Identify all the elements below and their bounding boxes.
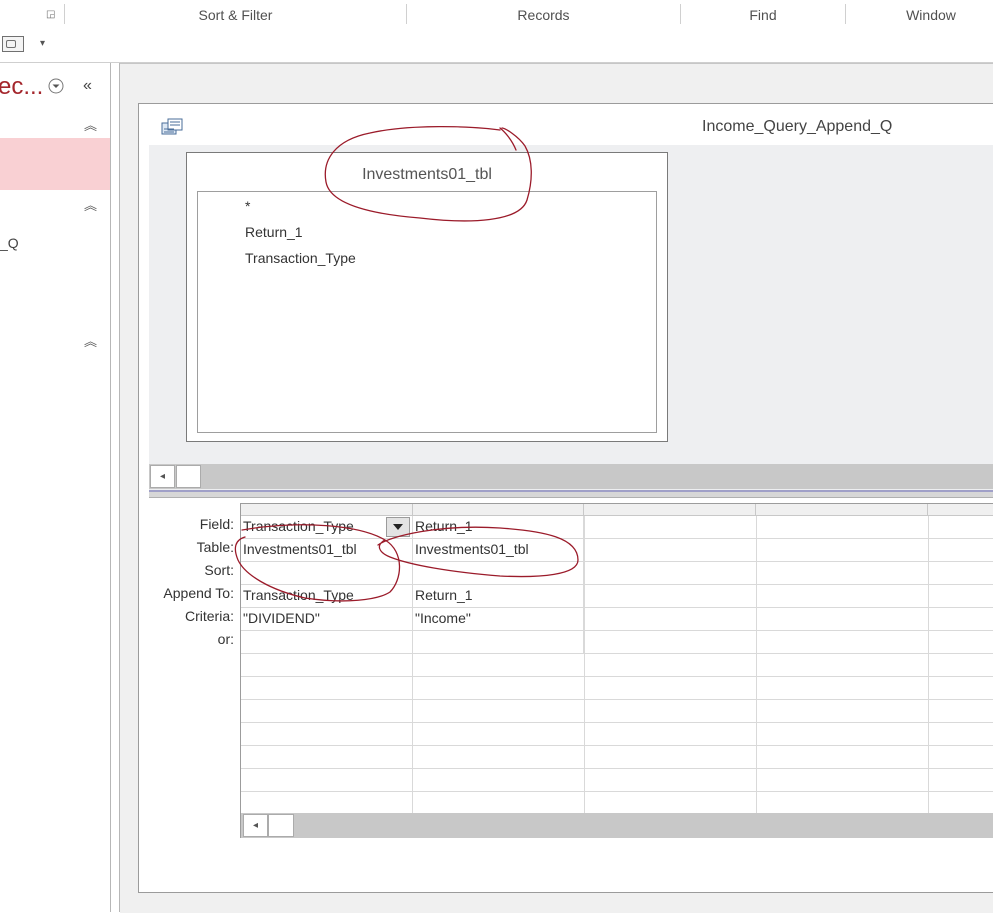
query-window-title: Income_Query_Append_Q [702,118,893,135]
row-label-sort: Sort: [204,562,234,578]
attachment-icon[interactable] [2,36,24,52]
row-label-table: Table: [196,539,234,555]
section-collapse-icon[interactable]: ︽ [84,115,97,134]
nav-query-item[interactable]: _Q [0,235,19,251]
row-label-field: Field: [199,516,234,532]
ribbon-group-sort-filter: Sort & Filter [198,7,273,23]
row-label-or: or: [217,631,234,647]
grid-lines [241,516,993,813]
nav-pane-menu-icon[interactable] [48,78,64,94]
table-field-list-title[interactable]: Investments01_tbl [187,153,667,191]
nav-selected-item[interactable] [0,138,110,190]
scrollbar-thumb[interactable] [268,814,294,837]
table-field-list-body: * Return_1 Transaction_Type [197,191,657,433]
field-list-item-return-1[interactable]: Return_1 [245,224,303,240]
shutter-bar-collapse-icon[interactable]: « [83,77,92,95]
section-collapse-icon[interactable]: ︽ [84,195,97,214]
table-field-list[interactable]: Investments01_tbl * Return_1 Transaction… [186,152,668,442]
field-list-item-transaction-type[interactable]: Transaction_Type [245,250,356,266]
ribbon-group-find: Find [749,7,777,23]
scroll-left-icon[interactable]: ◂ [243,814,268,837]
ribbon-group-records: Records [517,7,570,23]
ribbon-group-labels: ◲ Sort & Filter Records Find Window [0,0,993,31]
ribbon-group-window: Window [906,7,956,23]
grid-horizontal-scrollbar[interactable]: ◂ [240,813,993,838]
scrollbar-thumb[interactable] [176,465,201,488]
dialog-launcher-icon[interactable]: ◲ [46,9,55,20]
quick-access-toolbar: ▾ [0,30,993,63]
nav-pane-divider[interactable] [110,63,120,912]
section-collapse-icon[interactable]: ︽ [84,331,97,350]
query-design-grid[interactable]: Transaction_Type Investments01_tbl Trans… [240,503,993,813]
row-label-criteria: Criteria: [184,608,234,624]
nav-pane-title[interactable]: ec... [0,73,43,101]
field-list-item-all[interactable]: * [245,198,250,214]
customize-dropdown-icon[interactable]: ▾ [40,38,45,49]
scroll-left-icon[interactable]: ◂ [150,465,175,488]
query-design-icon[interactable] [161,118,183,136]
pane-splitter[interactable] [149,490,993,498]
table-pane-horizontal-scrollbar[interactable]: ◂ [149,464,993,489]
row-label-append-to: Append To: [163,585,234,601]
navigation-pane: ec... « ︽ ︽ _Q ︽ [0,63,110,912]
